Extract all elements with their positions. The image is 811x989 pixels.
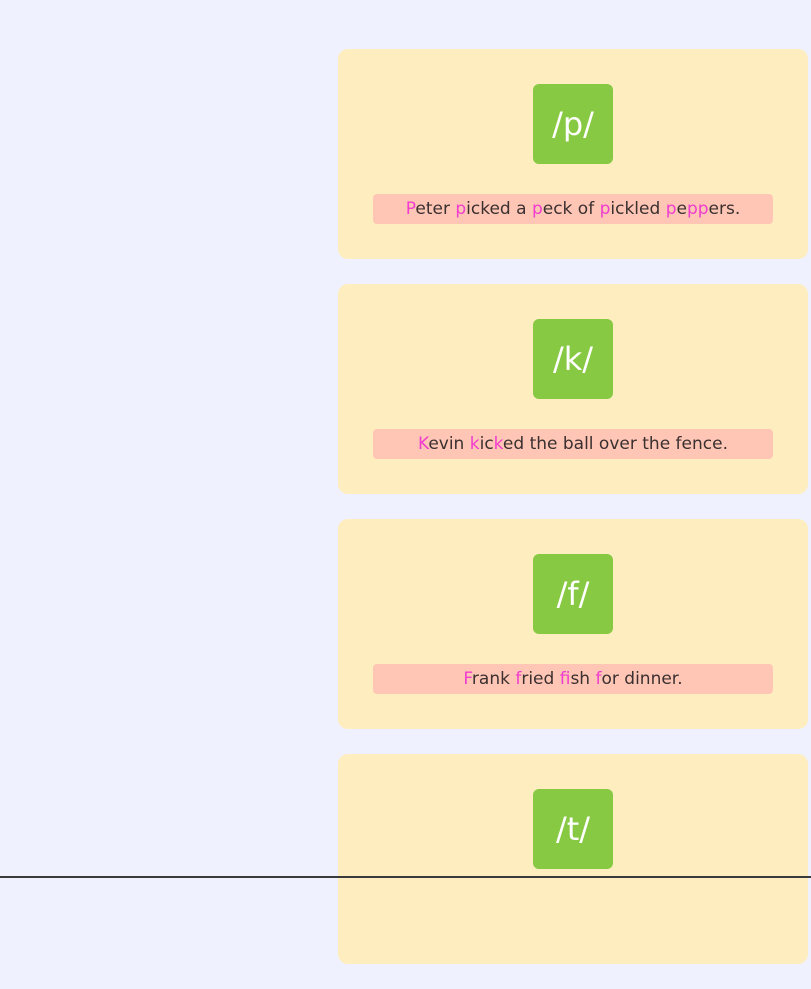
example-sentence: Peter picked a peck of pickled peppers. (373, 194, 773, 224)
sentence-text: ish (570, 669, 596, 689)
highlighted-letter: p (455, 199, 467, 219)
phoneme-card-list: /p/ Peter picked a peck of pickled peppe… (338, 49, 808, 989)
sentence-text: rank (471, 669, 516, 689)
sentence-text: e (676, 199, 687, 219)
highlighted-letter: k (493, 434, 503, 454)
highlighted-letter: p (531, 199, 543, 219)
sentence-text: eter (415, 199, 456, 219)
phoneme-card-p: /p/ Peter picked a peck of pickled peppe… (338, 49, 808, 259)
sentence-text: ers. (708, 199, 741, 219)
highlighted-letter: p (599, 199, 611, 219)
sentence-text: ried (521, 669, 560, 689)
highlighted-letter: k (469, 434, 480, 454)
sentence-text: eck of (542, 199, 600, 219)
example-sentence: Kevin kicked the ball over the fence. (373, 429, 773, 459)
phoneme-card-t: /t/ (338, 754, 808, 964)
highlighted-letter: pp (686, 199, 709, 219)
example-sentence: Frank fried fish for dinner. (373, 664, 773, 694)
sentence-text: ed the ball over the fence. (502, 434, 728, 454)
highlighted-letter: P (405, 199, 416, 219)
highlighted-letter: p (665, 199, 677, 219)
sentence-text: icked a (466, 199, 532, 219)
sentence-text: evin (428, 434, 470, 454)
sentence-text: ickled (610, 199, 666, 219)
phoneme-card-f: /f/ Frank fried fish for dinner. (338, 519, 808, 729)
highlighted-letter: K (418, 434, 429, 454)
sentence-text: ic (479, 434, 494, 454)
phoneme-card-k: /k/ Kevin kicked the ball over the fence… (338, 284, 808, 494)
phoneme-tile[interactable]: /k/ (533, 319, 613, 399)
sentence-text: or dinner. (601, 669, 683, 689)
highlighted-letter: f (559, 669, 571, 689)
phoneme-tile[interactable]: /p/ (533, 84, 613, 164)
highlighted-letter: F (463, 669, 472, 689)
phoneme-tile[interactable]: /f/ (533, 554, 613, 634)
phoneme-tile[interactable]: /t/ (533, 789, 613, 869)
